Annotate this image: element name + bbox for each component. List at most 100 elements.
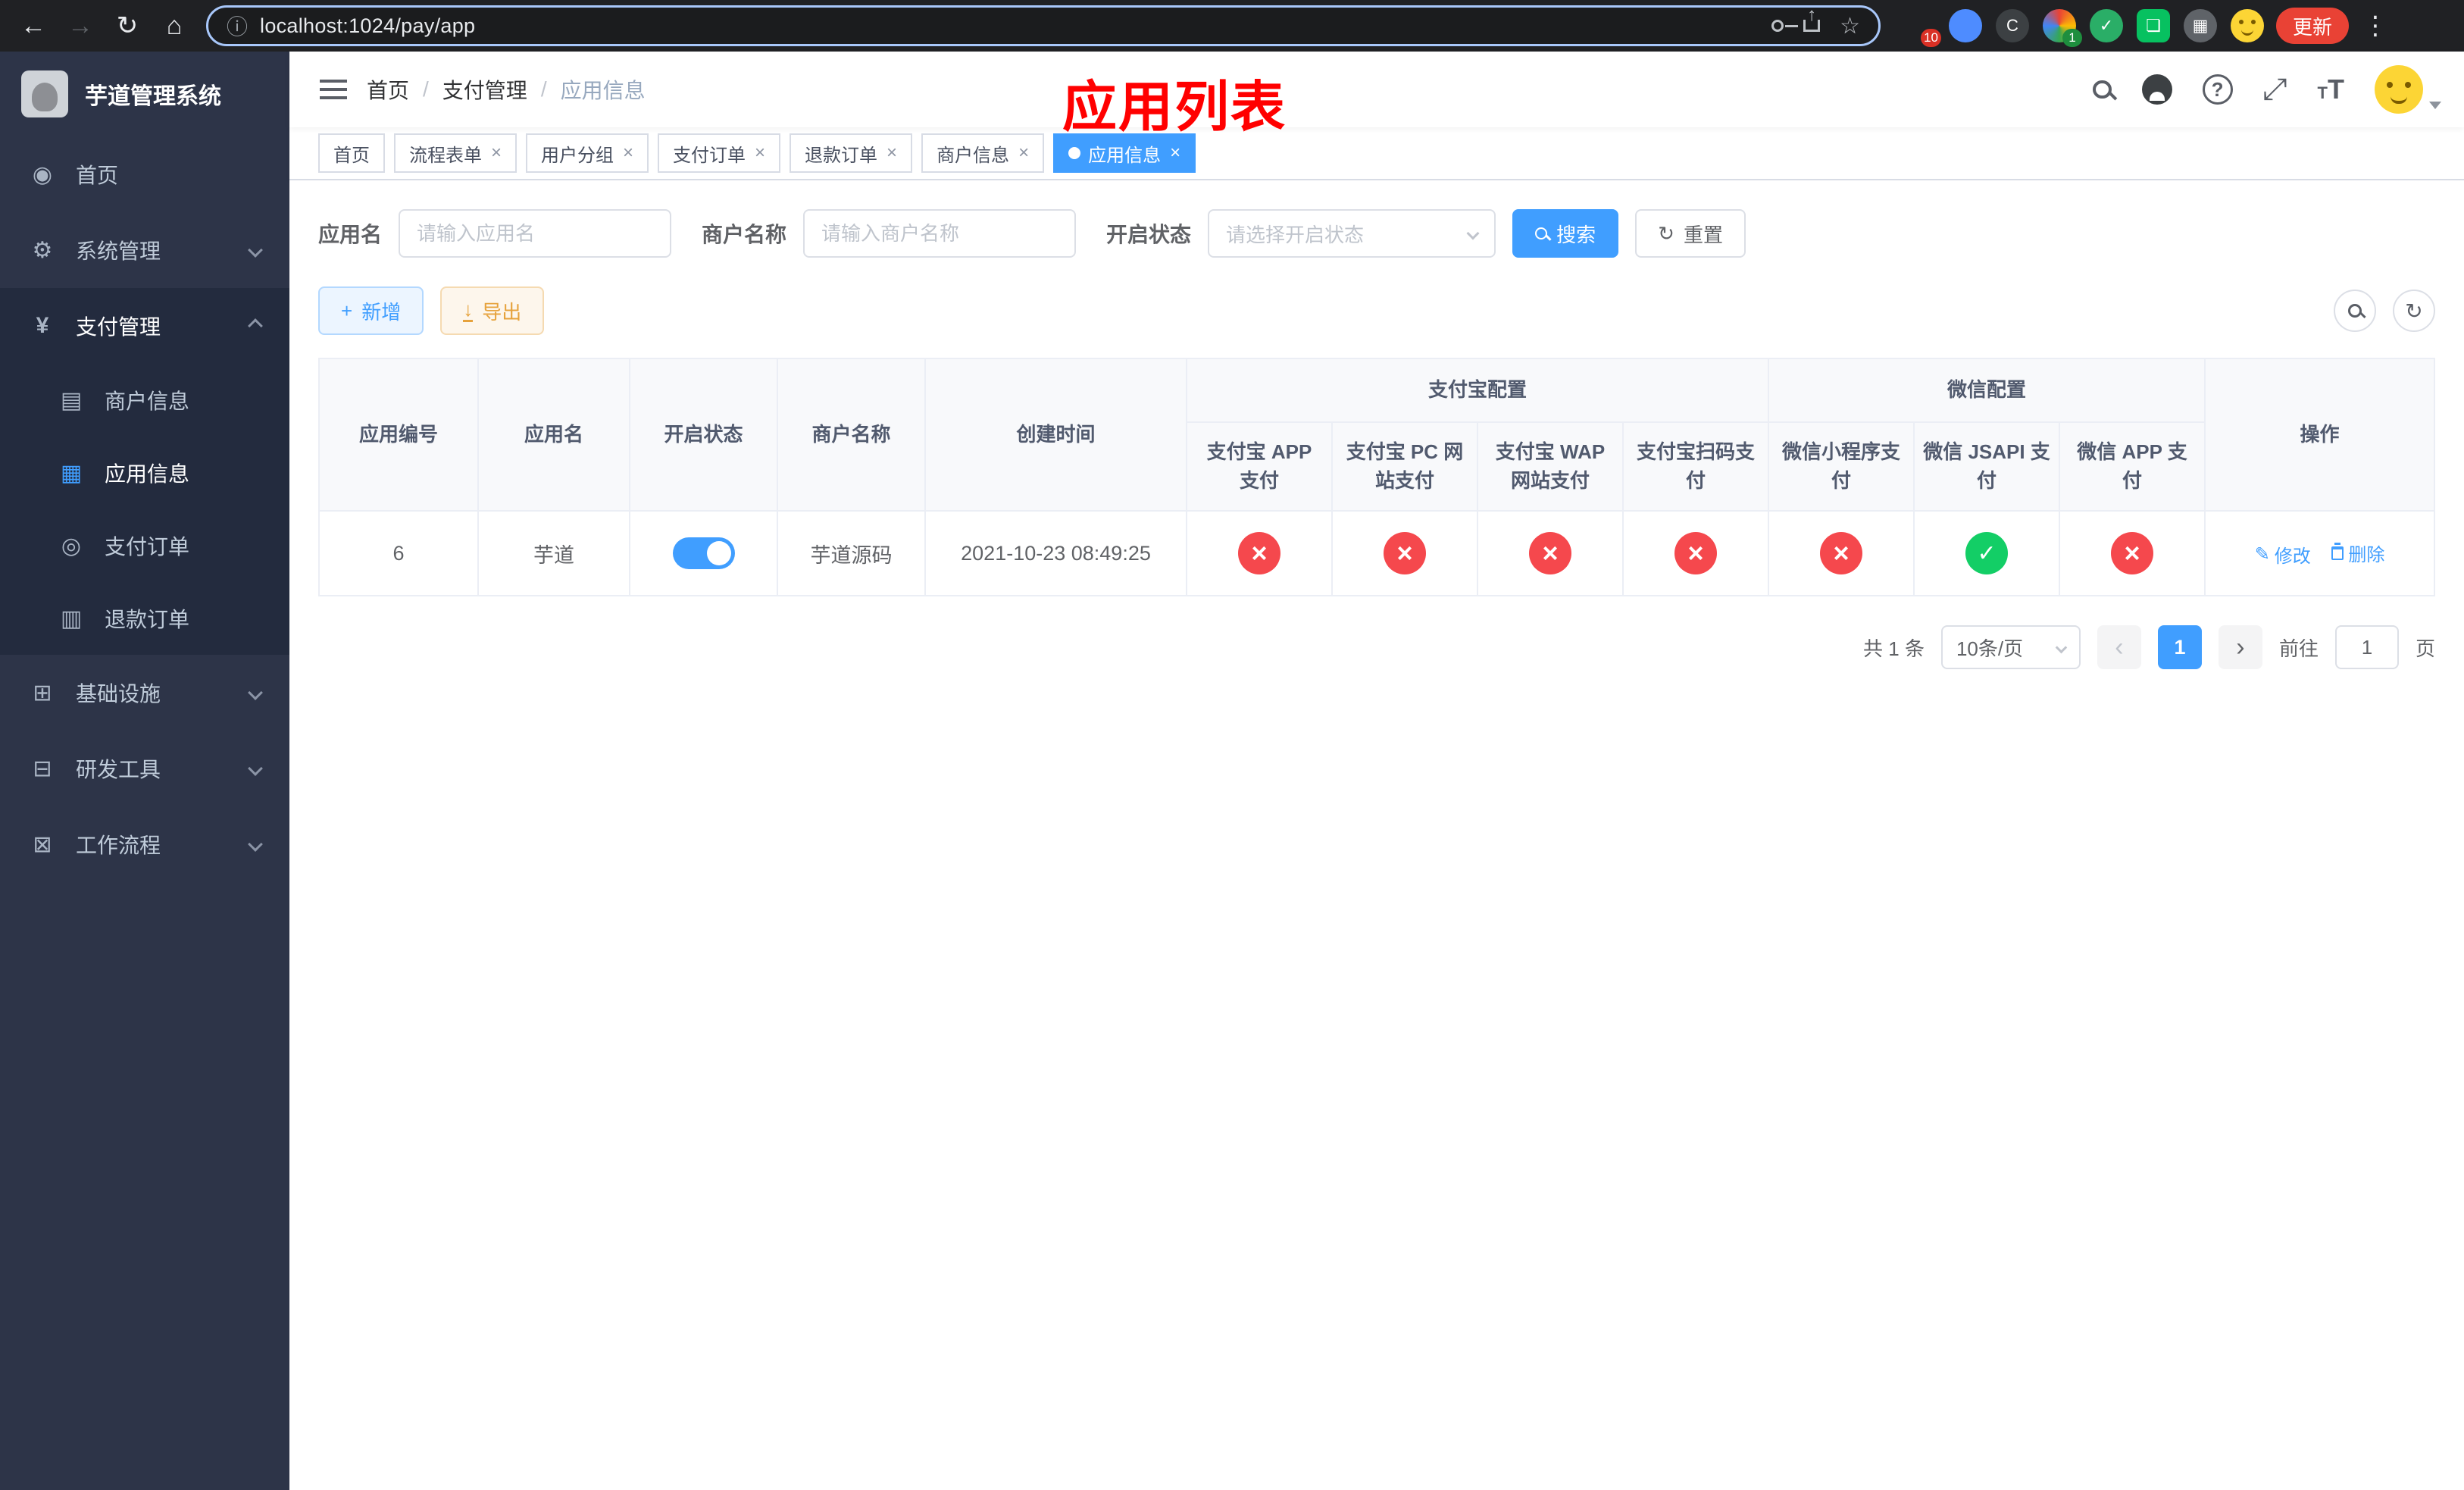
- export-button[interactable]: ↓ 导出: [440, 286, 545, 335]
- search-icon: [2347, 303, 2362, 318]
- extension-drop-icon[interactable]: [1949, 9, 1982, 42]
- sidebar-item-refund-orders[interactable]: ▥ 退款订单: [0, 582, 289, 655]
- tab-close-icon[interactable]: ×: [1170, 142, 1180, 164]
- current-page-button[interactable]: 1: [2157, 625, 2202, 670]
- sidebar-item-home[interactable]: ◉ 首页: [0, 136, 289, 212]
- sidebar-item-app-info[interactable]: ▦ 应用信息: [0, 437, 289, 509]
- refresh-table-button[interactable]: ↻: [2393, 290, 2435, 332]
- url-text[interactable]: localhost:1024/pay/app: [260, 14, 475, 38]
- toggle-search-button[interactable]: [2334, 290, 2376, 332]
- tab-merchant-info[interactable]: 商户信息 ×: [921, 133, 1045, 173]
- sidebar-item-pay-orders[interactable]: ◎ 支付订单: [0, 509, 289, 582]
- col-header-merchant: 商户名称: [777, 357, 926, 512]
- sidebar-item-label: 退款订单: [105, 608, 190, 631]
- tab-close-icon[interactable]: ×: [755, 142, 765, 164]
- help-icon[interactable]: ?: [2202, 74, 2233, 105]
- extension-translate-icon[interactable]: 1: [2043, 9, 2082, 47]
- col-header-app-id: 应用编号: [318, 357, 479, 512]
- tab-home[interactable]: 首页: [318, 133, 385, 173]
- wechat-jsapi-status-icon: [1965, 532, 2009, 575]
- col-header-alipay-app: 支付宝 APP 支付: [1186, 421, 1333, 512]
- col-group-alipay: 支付宝配置: [1185, 358, 1770, 423]
- breadcrumb-home[interactable]: 首页: [367, 74, 409, 105]
- bookmark-star-icon[interactable]: ☆: [1840, 13, 1860, 39]
- page-size-select[interactable]: 10条/页: [1940, 625, 2081, 670]
- extension-dark-icon[interactable]: C: [1996, 9, 2029, 42]
- user-avatar-menu[interactable]: [2375, 65, 2441, 114]
- font-size-icon[interactable]: TT: [2318, 74, 2344, 105]
- tab-close-icon[interactable]: ×: [886, 142, 897, 164]
- tab-pay-orders[interactable]: 支付订单 ×: [658, 133, 781, 173]
- sidebar-item-payment[interactable]: ¥ 支付管理: [0, 288, 289, 364]
- status-toggle[interactable]: [672, 537, 735, 570]
- reset-button[interactable]: ↻ 重置: [1635, 209, 1746, 258]
- trash-icon: [2331, 542, 2344, 560]
- breadcrumb: 首页 / 支付管理 / 应用信息: [367, 74, 646, 105]
- tab-process-form[interactable]: 流程表单 ×: [394, 133, 518, 173]
- order-icon: ◎: [61, 533, 82, 559]
- search-button[interactable]: 搜索: [1512, 209, 1619, 258]
- prev-page-button[interactable]: ‹: [2097, 625, 2141, 670]
- sidebar: 芋道管理系统 ◉ 首页 ⚙ 系统管理 ¥ 支付管理 ▤ 商户信息 ▦ 应用信息: [0, 52, 289, 1490]
- col-group-wechat: 微信配置: [1768, 358, 2206, 423]
- browser-home-button[interactable]: ⌂: [153, 5, 195, 47]
- tab-refund-orders[interactable]: 退款订单 ×: [790, 133, 913, 173]
- col-header-actions: 操作: [2204, 357, 2435, 512]
- tab-user-group[interactable]: 用户分组 ×: [526, 133, 649, 173]
- chevron-down-icon: [248, 685, 263, 700]
- breadcrumb-payment[interactable]: 支付管理: [442, 74, 527, 105]
- grid-icon: ▦: [60, 460, 83, 486]
- app-name-input[interactable]: [399, 209, 672, 258]
- search-icon[interactable]: [2092, 80, 2112, 99]
- sidebar-item-workflow[interactable]: ⊠ 工作流程: [0, 806, 289, 882]
- browser-forward-button[interactable]: →: [59, 5, 102, 47]
- extension-apps-icon[interactable]: 10: [1902, 9, 1941, 47]
- browser-update-button[interactable]: 更新: [2276, 8, 2350, 44]
- site-info-icon[interactable]: ⓘ: [227, 11, 248, 41]
- sidebar-item-label: 研发工具: [76, 758, 161, 781]
- sidebar-item-infrastructure[interactable]: ⊞ 基础设施: [0, 655, 289, 731]
- delete-button[interactable]: 删除: [2331, 540, 2384, 566]
- status-select[interactable]: 请选择开启状态: [1208, 209, 1496, 258]
- browser-refresh-button[interactable]: ↻: [106, 5, 149, 47]
- app-table: 应用编号 应用名 开启状态 商户名称 创建时间 支付宝配置 微信配置 操作 支付…: [318, 357, 2435, 597]
- sidebar-item-label: 支付订单: [105, 535, 190, 559]
- document-icon: ▥: [60, 606, 83, 631]
- sidebar-item-dev-tools[interactable]: ⊟ 研发工具: [0, 731, 289, 806]
- next-page-button[interactable]: ›: [2218, 625, 2262, 670]
- github-icon[interactable]: [2141, 74, 2172, 105]
- share-icon[interactable]: [1803, 20, 1821, 32]
- table-toolbar: + 新增 ↓ 导出 ↻: [318, 286, 2435, 335]
- browser-profile-avatar[interactable]: [2231, 9, 2264, 42]
- tab-close-icon[interactable]: ×: [491, 142, 502, 164]
- tab-close-icon[interactable]: ×: [623, 142, 633, 164]
- plus-icon: +: [341, 299, 353, 322]
- edit-button[interactable]: ✎ 修改: [2255, 541, 2311, 568]
- cell-app-id: 6: [318, 510, 479, 597]
- extension-chat-icon[interactable]: ❏: [2137, 9, 2170, 42]
- sidebar-item-system[interactable]: ⚙ 系统管理: [0, 212, 289, 288]
- chevron-up-icon: [248, 318, 263, 333]
- page-content: 应用名 商户名称 开启状态 请选择开启状态 搜索 ↻ 重置: [289, 180, 2464, 1490]
- tab-close-icon[interactable]: ×: [1018, 142, 1029, 164]
- extension-wechat-icon[interactable]: ✓: [2090, 9, 2123, 42]
- col-header-wechat-app: 微信 APP 支付: [2059, 421, 2206, 512]
- fullscreen-icon[interactable]: ⤢: [2263, 73, 2287, 107]
- app-logo-row[interactable]: 芋道管理系统: [0, 52, 289, 136]
- sidebar-item-label: 应用信息: [105, 462, 190, 486]
- add-button[interactable]: + 新增: [318, 286, 424, 335]
- password-key-icon[interactable]: [1771, 20, 1799, 32]
- browser-menu-icon[interactable]: ⋮: [2362, 11, 2388, 41]
- extensions-puzzle-icon[interactable]: ▦: [2184, 9, 2217, 42]
- sidebar-collapse-icon[interactable]: [320, 88, 347, 91]
- sidebar-item-merchant-info[interactable]: ▤ 商户信息: [0, 364, 289, 437]
- breadcrumb-current: 应用信息: [560, 79, 646, 102]
- merchant-name-input[interactable]: [803, 209, 1077, 258]
- address-bar[interactable]: ⓘ localhost:1024/pay/app ☆: [206, 5, 1881, 46]
- browser-back-button[interactable]: ←: [12, 5, 55, 47]
- alipay-wap-status-icon: [1529, 532, 1571, 575]
- sidebar-item-label: 系统管理: [76, 239, 161, 263]
- filter-form: 应用名 商户名称 开启状态 请选择开启状态 搜索 ↻ 重置: [318, 209, 2435, 258]
- goto-page-input[interactable]: [2334, 625, 2399, 670]
- goto-label: 前往: [2278, 637, 2319, 660]
